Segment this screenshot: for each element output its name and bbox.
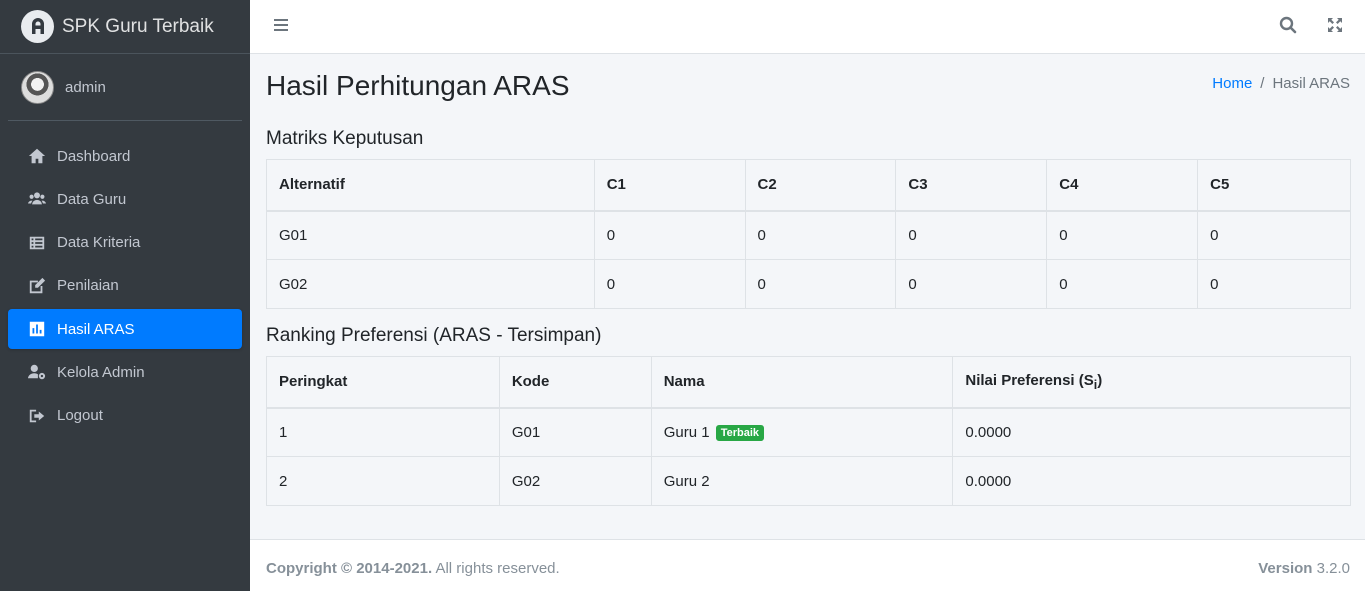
- bars-icon: [272, 16, 290, 38]
- sidebar-item-logout[interactable]: Logout: [8, 396, 242, 436]
- breadcrumb-separator: /: [1260, 75, 1265, 92]
- table-cell: 0: [593, 259, 746, 309]
- footer-copyright: Copyright © 2014-2021. All rights reserv…: [266, 560, 560, 577]
- rights-text: All rights reserved.: [435, 560, 560, 577]
- table-header-row: Peringkat Kode Nama Nilai Preferensi (Si…: [266, 356, 1351, 409]
- table-cell: 0: [1046, 210, 1199, 260]
- sidebar-item-data-kriteria[interactable]: Data Kriteria: [8, 223, 242, 263]
- avatar: [21, 70, 54, 104]
- main-sidebar: SPK Guru Terbaik admin Dashboard Data Gu…: [0, 0, 250, 591]
- sign-out-icon: [27, 406, 47, 426]
- version-number: 3.2.0: [1316, 560, 1350, 577]
- main-footer: Copyright © 2014-2021. All rights reserv…: [250, 539, 1365, 591]
- column-header: Nama: [650, 356, 954, 409]
- user-name: admin: [65, 78, 106, 96]
- breadcrumb-home-link[interactable]: Home: [1212, 75, 1252, 92]
- name-cell: Guru 1 Terbaik: [650, 407, 954, 457]
- sidebar-item-hasil-aras[interactable]: Hasil ARAS: [8, 309, 242, 350]
- sidebar-item-kelola-admin[interactable]: Kelola Admin: [8, 352, 242, 392]
- column-header-value: Nilai Preferensi (Si): [952, 356, 1351, 409]
- brand-title: SPK Guru Terbaik: [62, 15, 214, 37]
- ranking-title: Ranking Preferensi (ARAS - Tersimpan): [266, 325, 602, 346]
- version-label: Version: [1258, 560, 1313, 577]
- rank-cell: 1: [266, 407, 500, 457]
- code-cell: G02: [498, 456, 652, 506]
- sidebar-nav: Dashboard Data Guru Data Kriteria Penila…: [0, 136, 250, 436]
- column-header-text: Nilai Preferensi (S: [965, 371, 1094, 389]
- sidebar-item-label: Dashboard: [57, 147, 131, 165]
- edit-icon: [27, 276, 47, 296]
- page-title: Hasil Perhitungan ARAS: [266, 70, 570, 101]
- sidebar-item-dashboard[interactable]: Dashboard: [8, 136, 242, 176]
- ranking-table: Peringkat Kode Nama Nilai Preferensi (Si…: [266, 356, 1351, 506]
- chart-bar-icon: [27, 319, 47, 339]
- expand-icon: [1326, 16, 1344, 38]
- home-icon: [27, 146, 47, 166]
- table-cell: 0: [593, 210, 746, 260]
- column-header: Kode: [498, 356, 652, 409]
- name-text: Guru 2: [663, 472, 710, 490]
- brand-link[interactable]: SPK Guru Terbaik: [0, 0, 250, 54]
- column-header-close: ): [1097, 371, 1103, 389]
- table-cell: G02: [266, 259, 595, 309]
- column-header: C2: [744, 159, 897, 212]
- column-header: Alternatif: [266, 159, 595, 212]
- table-cell: G01: [266, 210, 595, 260]
- name-text: Guru 1: [663, 423, 710, 441]
- table-cell: 0: [1046, 259, 1199, 309]
- adminlte-logo-icon: [21, 10, 54, 43]
- table-cell: 0: [895, 259, 1048, 309]
- sidebar-item-label: Data Kriteria: [57, 234, 141, 252]
- decision-matrix-table: Alternatif C1 C2 C3 C4 C5 G01 0 0 0 0 0 …: [266, 159, 1351, 309]
- sidebar-item-label: Data Guru: [57, 190, 127, 208]
- breadcrumb-current: Hasil ARAS: [1272, 75, 1350, 92]
- column-header: C3: [895, 159, 1048, 212]
- sidebar-toggle-button[interactable]: [268, 14, 294, 40]
- user-cog-icon: [27, 362, 47, 382]
- search-icon: [1279, 16, 1297, 38]
- rank-cell: 2: [266, 456, 500, 506]
- sidebar-item-data-guru[interactable]: Data Guru: [8, 179, 242, 219]
- sidebar-item-label: Kelola Admin: [57, 363, 145, 381]
- column-header: Peringkat: [266, 356, 500, 409]
- list-icon: [27, 233, 47, 253]
- table-cell: 0: [744, 259, 897, 309]
- table-cell: 0: [895, 210, 1048, 260]
- sidebar-item-label: Hasil ARAS: [57, 320, 135, 338]
- best-badge: Terbaik: [715, 424, 765, 441]
- content-wrapper: Hasil Perhitungan ARAS Home / Hasil ARAS…: [250, 54, 1365, 539]
- code-cell: G01: [498, 407, 652, 457]
- fullscreen-button[interactable]: [1322, 14, 1348, 40]
- footer-version: Version 3.2.0: [1258, 560, 1350, 577]
- table-header-row: Alternatif C1 C2 C3 C4 C5: [266, 159, 1351, 212]
- column-header: C5: [1197, 159, 1351, 212]
- user-panel[interactable]: admin: [8, 54, 242, 121]
- users-icon: [27, 189, 47, 209]
- value-cell: 0.0000: [952, 407, 1351, 457]
- breadcrumb: Home / Hasil ARAS: [1212, 75, 1350, 92]
- column-header: C4: [1046, 159, 1199, 212]
- column-header: C1: [593, 159, 746, 212]
- sidebar-item-label: Penilaian: [57, 277, 119, 295]
- matrix-title: Matriks Keputusan: [266, 128, 424, 149]
- table-row: G01 0 0 0 0 0: [266, 210, 1351, 260]
- table-cell: 0: [1197, 259, 1351, 309]
- table-cell: 0: [744, 210, 897, 260]
- name-cell: Guru 2: [650, 456, 954, 506]
- sidebar-item-label: Logout: [57, 407, 103, 425]
- value-cell: 0.0000: [952, 456, 1351, 506]
- table-row: 2 G02 Guru 2 0.0000: [266, 456, 1351, 506]
- search-button[interactable]: [1275, 14, 1301, 40]
- copyright-text: Copyright © 2014-2021.: [266, 560, 433, 577]
- sidebar-item-penilaian[interactable]: Penilaian: [8, 266, 242, 306]
- table-row: G02 0 0 0 0 0: [266, 259, 1351, 309]
- top-navbar: [250, 0, 1365, 54]
- table-row: 1 G01 Guru 1 Terbaik 0.0000: [266, 407, 1351, 457]
- table-cell: 0: [1197, 210, 1351, 260]
